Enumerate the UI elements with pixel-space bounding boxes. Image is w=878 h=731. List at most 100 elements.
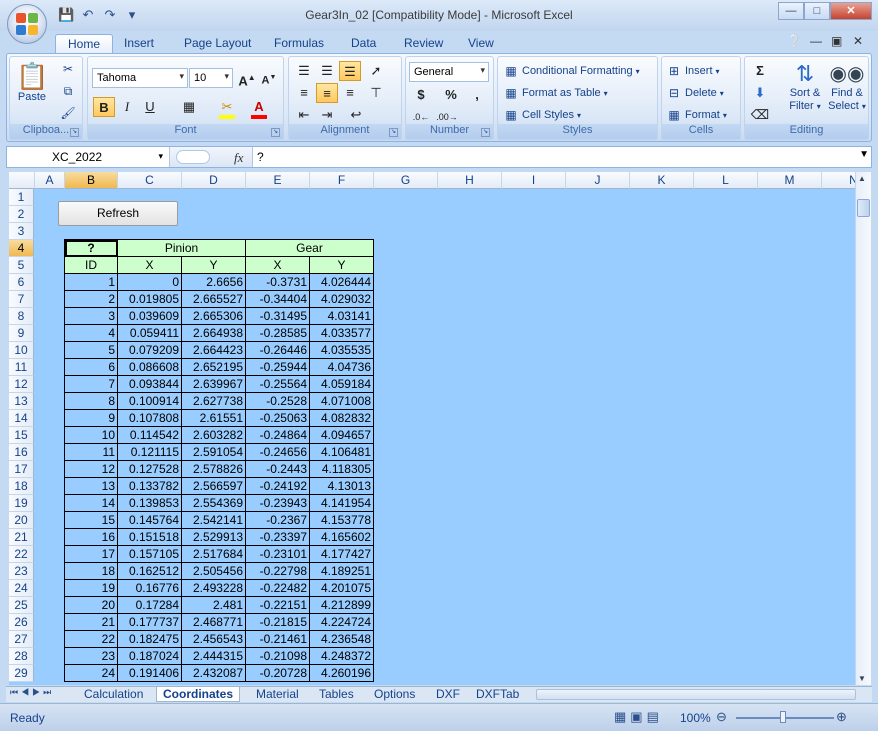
table-cell[interactable]: 4.026444 (310, 274, 374, 291)
sheet-nav-icons[interactable]: ⏮◀▶⏭ (10, 687, 54, 698)
table-cell[interactable]: 4.141954 (310, 495, 374, 512)
sheet-tab-dxftab[interactable]: DXFTab (470, 687, 525, 702)
table-cell[interactable]: 5 (65, 342, 118, 359)
table-cell[interactable]: -0.21098 (246, 648, 310, 665)
table-cell[interactable]: 4.082832 (310, 410, 374, 427)
table-cell[interactable]: 24 (65, 665, 118, 682)
table-cell[interactable]: 17 (65, 546, 118, 563)
column-header-l[interactable]: L (694, 172, 758, 189)
table-cell[interactable]: 4.033577 (310, 325, 374, 342)
borders-icon[interactable]: ▦ (178, 97, 200, 117)
refresh-button[interactable]: Refresh (58, 201, 178, 226)
expand-formula-bar-icon[interactable]: ▼ (859, 149, 869, 160)
table-cell[interactable]: 4.071008 (310, 393, 374, 410)
view-buttons-icon[interactable]: ▦▣▤ (614, 709, 663, 725)
table-cell[interactable]: 13 (65, 478, 118, 495)
table-cell[interactable]: 0.079209 (118, 342, 182, 359)
table-cell[interactable]: 2.566597 (182, 478, 246, 495)
column-header-d[interactable]: D (182, 172, 246, 189)
tab-review[interactable]: Review (404, 34, 443, 53)
table-cell[interactable]: 0.121115 (118, 444, 182, 461)
top-align-icon[interactable]: ☰ (293, 61, 315, 81)
table-cell[interactable]: 2.665527 (182, 291, 246, 308)
conditional-formatting-button[interactable]: ▦ Conditional Formatting ▾ (503, 63, 639, 79)
merge-center-icon[interactable]: ⊤ (365, 83, 387, 103)
center-icon[interactable]: ≡ (316, 83, 338, 103)
autosum-icon[interactable]: Σ (749, 61, 771, 81)
shrink-font-icon[interactable]: A▼ (258, 68, 280, 88)
table-cell[interactable]: 4.094657 (310, 427, 374, 444)
table-cell[interactable]: -0.21461 (246, 631, 310, 648)
row-header-22[interactable]: 22 (9, 546, 34, 563)
tab-insert[interactable]: Insert (124, 34, 154, 53)
table-cell[interactable]: 0.039609 (118, 308, 182, 325)
office-button[interactable] (7, 4, 47, 44)
subheader-cell[interactable]: Y (182, 257, 246, 274)
paste-button[interactable]: 📋 Paste (16, 61, 48, 109)
table-cell[interactable]: 23 (65, 648, 118, 665)
tab-formulas[interactable]: Formulas (274, 34, 324, 53)
row-header-3[interactable]: 3 (9, 223, 34, 240)
table-cell[interactable]: 2.432087 (182, 665, 246, 682)
insert-function-icon[interactable]: fx (234, 150, 243, 166)
delete-cells-button[interactable]: ⊟ Delete ▾ (666, 85, 724, 101)
table-cell[interactable]: 2.652195 (182, 359, 246, 376)
table-cell[interactable]: 4.224724 (310, 614, 374, 631)
table-cell[interactable]: 2.61551 (182, 410, 246, 427)
table-cell[interactable]: 0.145764 (118, 512, 182, 529)
bottom-align-icon[interactable]: ☰ (339, 61, 361, 81)
table-cell[interactable]: 4 (65, 325, 118, 342)
table-cell[interactable]: 2.481 (182, 597, 246, 614)
table-cell[interactable]: 0.059411 (118, 325, 182, 342)
orientation-icon[interactable]: ➚ (365, 61, 387, 81)
align-left-icon[interactable]: ≡ (293, 83, 315, 103)
table-cell[interactable]: 15 (65, 512, 118, 529)
row-header-10[interactable]: 10 (9, 342, 34, 359)
table-cell[interactable]: -0.22798 (246, 563, 310, 580)
sheet-tab-calculation[interactable]: Calculation (78, 687, 149, 702)
table-cell[interactable]: 1 (65, 274, 118, 291)
row-header-7[interactable]: 7 (9, 291, 34, 308)
row-header-28[interactable]: 28 (9, 648, 34, 665)
table-cell[interactable]: 0.191406 (118, 665, 182, 682)
zoom-level[interactable]: 100% (680, 711, 711, 725)
find-select-button[interactable]: ◉◉ Find & Select ▾ (827, 61, 867, 113)
table-cell[interactable]: 0.187024 (118, 648, 182, 665)
ribbon-minimize-icon[interactable]: — (810, 34, 822, 48)
format-as-table-button[interactable]: ▦ Format as Table ▾ (503, 85, 607, 101)
table-cell[interactable]: 4.13013 (310, 478, 374, 495)
table-cell[interactable]: 0.139853 (118, 495, 182, 512)
table-cell[interactable]: 2.591054 (182, 444, 246, 461)
table-cell[interactable]: -0.23397 (246, 529, 310, 546)
format-cells-button[interactable]: ▦ Format ▾ (666, 107, 727, 123)
header-question-cell[interactable]: ? (65, 240, 118, 257)
table-cell[interactable]: 4.118305 (310, 461, 374, 478)
column-header-e[interactable]: E (246, 172, 310, 189)
table-cell[interactable]: 6 (65, 359, 118, 376)
table-cell[interactable]: 0.100914 (118, 393, 182, 410)
table-cell[interactable]: -0.24656 (246, 444, 310, 461)
row-header-11[interactable]: 11 (9, 359, 34, 376)
grow-font-icon[interactable]: A▲ (236, 68, 258, 88)
align-right-icon[interactable]: ≡ (339, 83, 361, 103)
formula-expand-icon[interactable] (176, 150, 210, 164)
table-cell[interactable]: -0.2528 (246, 393, 310, 410)
font-name-combo[interactable]: Tahoma ▾ (92, 68, 188, 88)
table-cell[interactable]: 0.133782 (118, 478, 182, 495)
copy-icon[interactable]: ⧉ (60, 83, 76, 99)
column-header-f[interactable]: F (310, 172, 374, 189)
table-cell[interactable]: -0.25944 (246, 359, 310, 376)
table-cell[interactable]: 2.493228 (182, 580, 246, 597)
row-header-5[interactable]: 5 (9, 257, 34, 274)
table-cell[interactable]: 2.517684 (182, 546, 246, 563)
table-cell[interactable]: 2.505456 (182, 563, 246, 580)
table-cell[interactable]: -0.20728 (246, 665, 310, 682)
table-cell[interactable]: 3 (65, 308, 118, 325)
header-pinion-cell[interactable]: Pinion (118, 240, 246, 257)
column-header-a[interactable]: A (35, 172, 65, 189)
number-format-combo[interactable]: General ▾ (409, 62, 489, 82)
table-cell[interactable]: 2.639967 (182, 376, 246, 393)
row-header-19[interactable]: 19 (9, 495, 34, 512)
table-cell[interactable]: 2.6656 (182, 274, 246, 291)
tab-page-layout[interactable]: Page Layout (184, 34, 251, 53)
